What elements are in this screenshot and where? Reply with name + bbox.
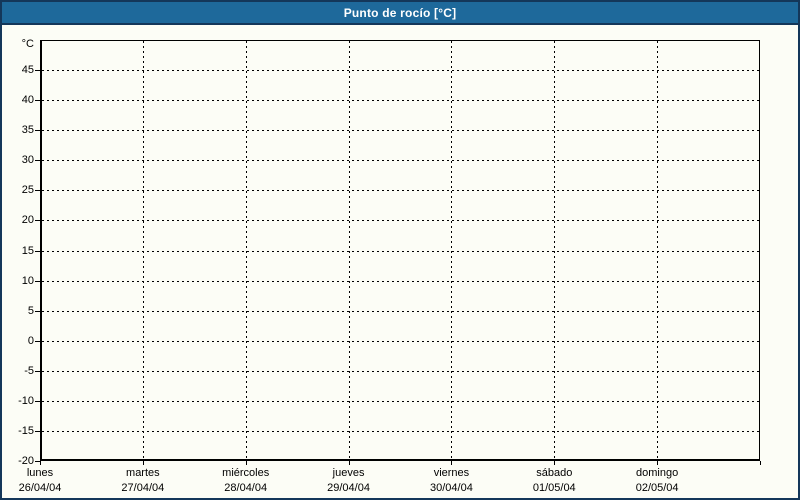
y-tick-label: 25 bbox=[21, 184, 34, 196]
x-date-label: 30/04/04 bbox=[430, 482, 473, 494]
y-tick-label: 35 bbox=[21, 124, 34, 136]
title-bar: Punto de rocío [°C] bbox=[2, 2, 798, 25]
y-tick-label: 20 bbox=[21, 214, 34, 226]
x-gridline bbox=[554, 41, 555, 460]
y-tick-label: 10 bbox=[21, 275, 34, 287]
y-tick-label: -10 bbox=[18, 395, 34, 407]
y-gridline bbox=[42, 281, 759, 282]
x-day-label: viernes bbox=[433, 467, 470, 479]
x-date-label: 27/04/04 bbox=[121, 482, 165, 494]
x-day-label: domingo bbox=[636, 467, 679, 479]
x-gridline bbox=[451, 41, 452, 460]
y-axis-tick bbox=[35, 251, 40, 252]
y-tick-label: -15 bbox=[18, 425, 34, 437]
y-gridline bbox=[42, 160, 759, 161]
y-tick-label: 5 bbox=[27, 305, 34, 317]
y-axis-tick bbox=[35, 341, 40, 342]
y-axis-tick bbox=[35, 311, 40, 312]
y-gridline bbox=[42, 251, 759, 252]
x-date-label: 28/04/04 bbox=[224, 482, 268, 494]
x-axis-tick bbox=[246, 461, 247, 465]
x-axis-tick bbox=[554, 461, 555, 465]
chart-title: Punto de rocío [°C] bbox=[343, 5, 457, 20]
x-gridline bbox=[246, 41, 247, 460]
y-tick-label: 0 bbox=[27, 335, 34, 347]
y-axis-tick bbox=[35, 100, 40, 101]
x-gridline bbox=[657, 41, 658, 460]
y-axis-tick bbox=[35, 70, 40, 71]
x-date-label: 26/04/04 bbox=[18, 482, 62, 494]
y-axis-tick bbox=[35, 371, 40, 372]
y-gridline bbox=[42, 190, 759, 191]
y-gridline bbox=[42, 220, 759, 221]
chart-area: 45 40 35 30 25 20 15 10 5 0 -5 -10 -15 -20 °C lunes 26/0… bbox=[2, 25, 798, 498]
x-day-label: sábado bbox=[536, 467, 573, 479]
y-gridline bbox=[42, 311, 759, 312]
y-axis-tick bbox=[35, 401, 40, 402]
application-window: Punto de rocío [°C] 45 40 35 30 25 20 15 10 5 0 -5… bbox=[0, 0, 800, 500]
y-gridline bbox=[42, 130, 759, 131]
y-unit-label: °C bbox=[21, 38, 34, 50]
x-axis-tick bbox=[40, 461, 41, 465]
y-gridline bbox=[42, 431, 759, 432]
x-axis-tick bbox=[760, 461, 761, 465]
y-axis-tick bbox=[35, 160, 40, 161]
y-axis-tick bbox=[35, 190, 40, 191]
y-axis-tick bbox=[35, 130, 40, 131]
x-day-label: martes bbox=[126, 467, 160, 479]
x-day-label: miércoles bbox=[222, 467, 270, 479]
y-tick-label: 30 bbox=[21, 154, 34, 166]
y-gridline bbox=[42, 100, 759, 101]
x-date-label: 02/05/04 bbox=[635, 482, 679, 494]
x-date-label: 01/05/04 bbox=[532, 482, 576, 494]
y-tick-label: 40 bbox=[21, 94, 34, 106]
y-gridline bbox=[42, 70, 759, 71]
y-tick-label: 15 bbox=[21, 245, 34, 257]
x-day-label: jueves bbox=[332, 467, 365, 479]
x-axis-tick bbox=[143, 461, 144, 465]
x-date-label: 29/04/04 bbox=[327, 482, 370, 494]
x-gridline bbox=[349, 41, 350, 460]
y-axis-tick bbox=[35, 431, 40, 432]
y-tick-label: -20 bbox=[18, 455, 34, 467]
x-gridline bbox=[143, 41, 144, 460]
y-gridline bbox=[42, 401, 759, 402]
y-axis-tick bbox=[35, 220, 40, 221]
y-tick-label: -5 bbox=[24, 365, 34, 377]
x-axis-tick bbox=[349, 461, 350, 465]
y-tick-label: 45 bbox=[21, 64, 34, 76]
y-gridline bbox=[42, 371, 759, 372]
y-gridline bbox=[42, 341, 759, 342]
x-axis-tick bbox=[451, 461, 452, 465]
x-day-label: lunes bbox=[26, 467, 54, 479]
x-axis-tick bbox=[657, 461, 658, 465]
y-axis-tick bbox=[35, 281, 40, 282]
